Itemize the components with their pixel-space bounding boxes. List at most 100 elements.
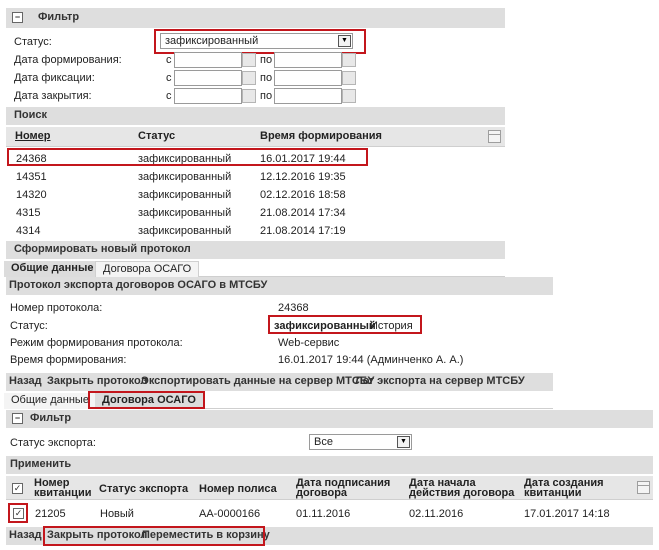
col-policy[interactable]: Номер полиса — [199, 483, 277, 495]
formed-date-label: Дата формирования: — [14, 54, 122, 66]
row-start: 02.11.2016 — [409, 508, 464, 520]
protocol-status-value: зафиксированный — [274, 320, 376, 332]
close-protocol-button[interactable]: Закрыть протокол — [47, 529, 147, 541]
calendar-icon[interactable] — [342, 71, 356, 85]
row-signed: 01.11.2016 — [296, 508, 351, 520]
search-table-header: Номер Статус Время формирования — [6, 127, 505, 147]
calendar-icon[interactable] — [342, 53, 356, 67]
col-signed[interactable]: Дата подписания договора — [296, 478, 396, 499]
calendar-icon[interactable] — [242, 53, 256, 67]
row-time: 21.08.2014 17:34 — [260, 207, 346, 219]
fixed-date-label: Дата фиксации: — [14, 72, 95, 84]
closed-to-input[interactable] — [274, 88, 342, 104]
status-select[interactable]: зафиксированный ▼ — [160, 33, 353, 49]
fixed-from-input[interactable] — [174, 70, 242, 86]
row-number[interactable]: 4315 — [16, 207, 40, 219]
select-all-checkbox[interactable]: ✓ — [12, 483, 23, 494]
from-label: с — [166, 90, 172, 102]
search-button[interactable]: Поиск — [6, 107, 505, 125]
new-protocol-button[interactable]: Сформировать новый протокол — [6, 241, 505, 259]
tab-contracts[interactable]: Договора ОСАГО — [95, 393, 203, 409]
filter-title: Фильтр — [30, 412, 72, 424]
status-label: Статус: — [14, 36, 52, 48]
status-select-value: зафиксированный — [165, 35, 259, 47]
apply-label: Применить — [10, 458, 72, 470]
columns-icon[interactable] — [637, 481, 650, 494]
chevron-down-icon[interactable]: ▼ — [338, 35, 351, 47]
calendar-icon[interactable] — [242, 89, 256, 103]
row-number[interactable]: 4314 — [16, 225, 40, 237]
filter-header[interactable]: − Фильтр — [6, 8, 505, 28]
calendar-icon[interactable] — [242, 71, 256, 85]
row-status: зафиксированный — [138, 189, 232, 201]
back-button[interactable]: Назад — [9, 529, 42, 541]
col-number[interactable]: Номер — [15, 130, 51, 142]
row-created: 17.01.2017 14:18 — [524, 508, 610, 520]
move-to-trash-button[interactable]: Переместить в корзину — [142, 529, 270, 541]
row-export-status: Новый — [100, 508, 134, 520]
tab-general[interactable]: Общие данные — [4, 393, 96, 409]
back-button[interactable]: Назад — [9, 375, 42, 387]
export-status-label: Статус экспорта: — [10, 437, 96, 449]
close-protocol-button[interactable]: Закрыть протокол — [47, 375, 147, 387]
export-log-button[interactable]: Лог экспорта на сервер МТСБУ — [355, 375, 525, 387]
columns-icon[interactable] — [488, 130, 501, 143]
protocol-time-label: Время формирования: — [10, 354, 127, 366]
row-number[interactable]: 14351 — [16, 171, 47, 183]
collapse-icon[interactable]: − — [12, 12, 23, 23]
contracts-table-header: ✓ Номер квитанции Статус экспорта Номер … — [6, 476, 653, 500]
row-time: 21.08.2014 17:19 — [260, 225, 346, 237]
export-status-select[interactable]: Все ▼ — [309, 434, 412, 450]
export-button[interactable]: Экспортировать данные на сервер МТСБУ — [141, 375, 374, 387]
col-time[interactable]: Время формирования — [260, 130, 382, 142]
protocol-number-label: Номер протокола: — [10, 302, 103, 314]
col-start[interactable]: Дата начала действия договора — [409, 478, 521, 499]
to-label: по — [260, 54, 273, 66]
row-time: 02.12.2016 18:58 — [260, 189, 346, 201]
col-status[interactable]: Статус — [138, 130, 175, 142]
row-status: зафиксированный — [138, 207, 232, 219]
col-receipt[interactable]: Номер квитанции — [34, 478, 91, 499]
fixed-to-input[interactable] — [274, 70, 342, 86]
row-status: зафиксированный — [138, 153, 232, 165]
protocol-number-value: 24368 — [278, 302, 309, 314]
row-checkbox[interactable]: ✓ — [13, 508, 24, 519]
to-label: по — [260, 90, 273, 102]
row-number[interactable]: 24368 — [16, 153, 47, 165]
col-export-status[interactable]: Статус экспорта — [99, 483, 188, 495]
closed-from-input[interactable] — [174, 88, 242, 104]
filter-header[interactable]: − Фильтр — [6, 410, 653, 428]
formed-to-input[interactable] — [274, 52, 342, 68]
tab-general[interactable]: Общие данные — [4, 261, 101, 277]
protocol-title-bar: Протокол экспорта договоров ОСАГО в МТСБ… — [6, 277, 553, 295]
protocol-title: Протокол экспорта договоров ОСАГО в МТСБ… — [9, 279, 268, 291]
protocol-time-value: 16.01.2017 19:44 (Админченко А. А.) — [278, 354, 464, 366]
row-receipt: 21205 — [35, 508, 66, 520]
calendar-icon[interactable] — [342, 89, 356, 103]
history-link[interactable]: История — [370, 320, 413, 332]
filter-title: Фильтр — [38, 11, 80, 23]
actions-bar: Назад Закрыть протокол Переместить в кор… — [6, 527, 653, 545]
new-protocol-label: Сформировать новый протокол — [14, 243, 191, 255]
apply-button[interactable]: Применить — [6, 456, 653, 474]
tab-contracts[interactable]: Договора ОСАГО — [95, 261, 200, 277]
collapse-icon[interactable]: − — [12, 413, 23, 424]
row-status: зафиксированный — [138, 225, 232, 237]
from-label: с — [166, 72, 172, 84]
protocol-status-label: Статус: — [10, 320, 48, 332]
row-status: зафиксированный — [138, 171, 232, 183]
row-policy: АА-0000166 — [199, 508, 261, 520]
formed-from-input[interactable] — [174, 52, 242, 68]
row-time: 12.12.2016 19:35 — [260, 171, 346, 183]
actions-bar: Назад Закрыть протокол Экспортировать да… — [6, 373, 553, 391]
protocol-mode-label: Режим формирования протокола: — [10, 337, 183, 349]
protocol-mode-value: Web-сервис — [278, 337, 340, 349]
to-label: по — [260, 72, 273, 84]
row-time: 16.01.2017 19:44 — [260, 153, 346, 165]
closed-date-label: Дата закрытия: — [14, 90, 92, 102]
col-created[interactable]: Дата создания квитанции — [524, 478, 624, 499]
from-label: с — [166, 54, 172, 66]
search-label: Поиск — [14, 109, 48, 121]
row-number[interactable]: 14320 — [16, 189, 47, 201]
chevron-down-icon[interactable]: ▼ — [397, 436, 410, 448]
